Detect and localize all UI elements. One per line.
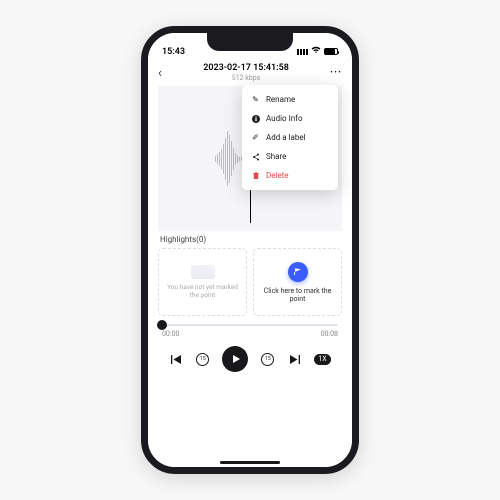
prev-track-button[interactable] <box>169 352 183 366</box>
status-bar: 15:43 <box>148 33 352 59</box>
wifi-icon <box>311 46 321 57</box>
cellular-icon <box>297 49 308 55</box>
mark-point-card[interactable]: Click here to mark the point <box>253 248 342 316</box>
phone-frame: 15:43 ‹ 2023-02-17 15:41:58 512 kbps ··· <box>141 26 359 474</box>
placeholder-illustration-icon <box>191 265 215 279</box>
battery-icon <box>324 48 338 55</box>
skip-forward-button[interactable]: 15 <box>261 353 274 366</box>
skip-back-button[interactable]: 15 <box>196 353 209 366</box>
menu-rename-label: Rename <box>266 95 295 104</box>
menu-add-label-label: Add a label <box>266 133 306 142</box>
status-time: 15:43 <box>162 47 185 57</box>
menu-rename[interactable]: ✎ Rename <box>242 90 338 109</box>
info-icon <box>251 114 260 123</box>
progress-track[interactable] <box>162 324 338 326</box>
more-button[interactable]: ··· <box>330 67 342 78</box>
menu-share[interactable]: Share <box>242 147 338 166</box>
playback-controls: 15 15 1X <box>148 338 352 376</box>
edit-icon: ✎ <box>251 95 260 104</box>
menu-audio-info-label: Audio Info <box>266 114 303 123</box>
context-menu: ✎ Rename Audio Info ✐ Add a label Share <box>242 85 338 190</box>
pencil-icon: ✐ <box>251 133 260 142</box>
page-subtitle: 512 kbps <box>203 74 289 82</box>
empty-highlights-card: You have not yet marked the point <box>158 248 247 316</box>
menu-delete[interactable]: Delete <box>242 166 338 185</box>
trash-icon <box>251 171 260 180</box>
progress-section: 00:00 00:08 <box>148 316 352 338</box>
nav-bar: ‹ 2023-02-17 15:41:58 512 kbps ··· <box>148 59 352 82</box>
time-current: 00:00 <box>162 330 179 338</box>
screen: 15:43 ‹ 2023-02-17 15:41:58 512 kbps ··· <box>148 33 352 467</box>
highlights-header: Highlights(0) <box>148 231 352 244</box>
empty-hint-text: You have not yet marked the point <box>163 283 242 299</box>
page-title: 2023-02-17 15:41:58 <box>203 63 289 73</box>
progress-knob[interactable] <box>157 320 167 330</box>
next-track-button[interactable] <box>287 352 301 366</box>
share-icon <box>251 152 260 161</box>
flag-icon <box>288 262 308 282</box>
menu-audio-info[interactable]: Audio Info <box>242 109 338 128</box>
play-button[interactable] <box>222 346 248 372</box>
menu-share-label: Share <box>266 152 286 161</box>
mark-hint-text: Click here to mark the point <box>258 287 337 303</box>
speed-button[interactable]: 1X <box>314 354 330 365</box>
menu-delete-label: Delete <box>266 171 289 180</box>
home-indicator[interactable] <box>220 461 280 464</box>
cards-row: You have not yet marked the point Click … <box>148 244 352 316</box>
menu-add-label[interactable]: ✐ Add a label <box>242 128 338 147</box>
back-button[interactable]: ‹ <box>158 65 162 81</box>
time-total: 00:08 <box>321 330 338 338</box>
